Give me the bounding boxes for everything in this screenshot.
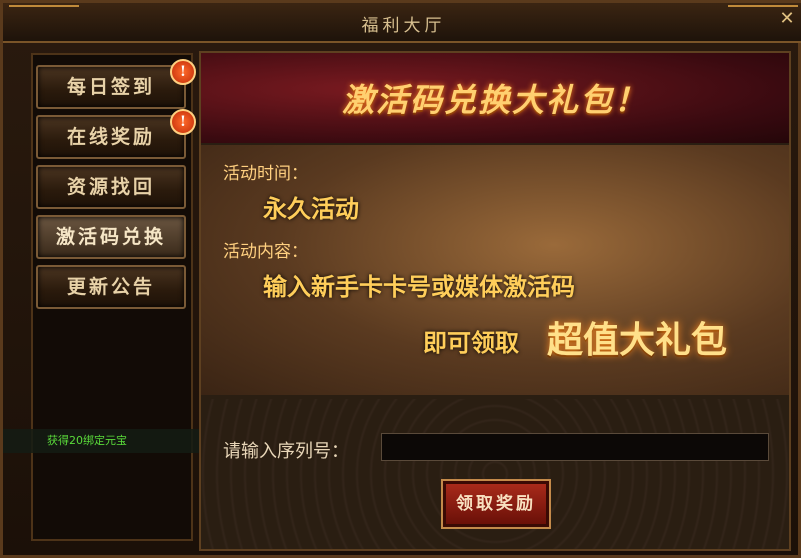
activity-time-label: 活动时间：	[223, 164, 308, 184]
banner: 激活码兑换大礼包！	[201, 53, 789, 143]
banner-title: 激活码兑换大礼包！	[341, 81, 648, 119]
reward-notification: 获得20绑定元宝	[3, 429, 199, 453]
welfare-hall-window: 福利大厅 ✕ 每日签到 ! 在线奖励 ! 资源找回 激活码兑换 更新公告 获得2…	[0, 0, 801, 558]
activity-content-highlight: 超值大礼包	[547, 320, 728, 361]
title-bar: 福利大厅 ✕	[3, 3, 801, 43]
sidebar-item-resource-recovery[interactable]: 资源找回	[36, 165, 186, 209]
alert-icon: !	[170, 109, 196, 135]
serial-input[interactable]	[381, 433, 769, 461]
sidebar-item-label: 每日签到	[66, 76, 155, 98]
claim-reward-button[interactable]: 领取奖励	[441, 479, 551, 529]
sidebar: 每日签到 ! 在线奖励 ! 资源找回 激活码兑换 更新公告	[31, 53, 196, 541]
sidebar-item-label: 资源找回	[66, 176, 155, 198]
sidebar-item-update-notice[interactable]: 更新公告	[36, 265, 186, 309]
alert-icon: !	[170, 59, 196, 85]
activity-time-value: 永久活动	[263, 195, 359, 223]
activity-info: 活动时间： 永久活动 活动内容： 输入新手卡卡号或媒体激活码 即可领取 超值大礼…	[201, 145, 789, 395]
sidebar-item-label: 激活码兑换	[55, 226, 166, 248]
window-title: 福利大厅	[361, 16, 446, 36]
sidebar-item-activation-code[interactable]: 激活码兑换	[36, 215, 186, 259]
activity-content-label: 活动内容：	[223, 242, 308, 262]
activity-content-line1: 输入新手卡卡号或媒体激活码	[263, 273, 575, 301]
sidebar-item-online-reward[interactable]: 在线奖励 !	[36, 109, 196, 159]
activity-content-line2-prefix: 即可领取	[423, 329, 519, 357]
sidebar-item-daily-signin[interactable]: 每日签到 !	[36, 59, 196, 109]
close-icon[interactable]: ✕	[778, 10, 796, 28]
sidebar-item-label: 更新公告	[66, 276, 155, 298]
sidebar-item-label: 在线奖励	[66, 126, 155, 148]
serial-area: 请输入序列号： 领取奖励	[201, 399, 789, 549]
serial-label: 请输入序列号：	[223, 441, 349, 462]
activation-panel: 激活码兑换大礼包！ 活动时间： 永久活动 活动内容： 输入新手卡卡号或媒体激活码…	[199, 51, 791, 551]
